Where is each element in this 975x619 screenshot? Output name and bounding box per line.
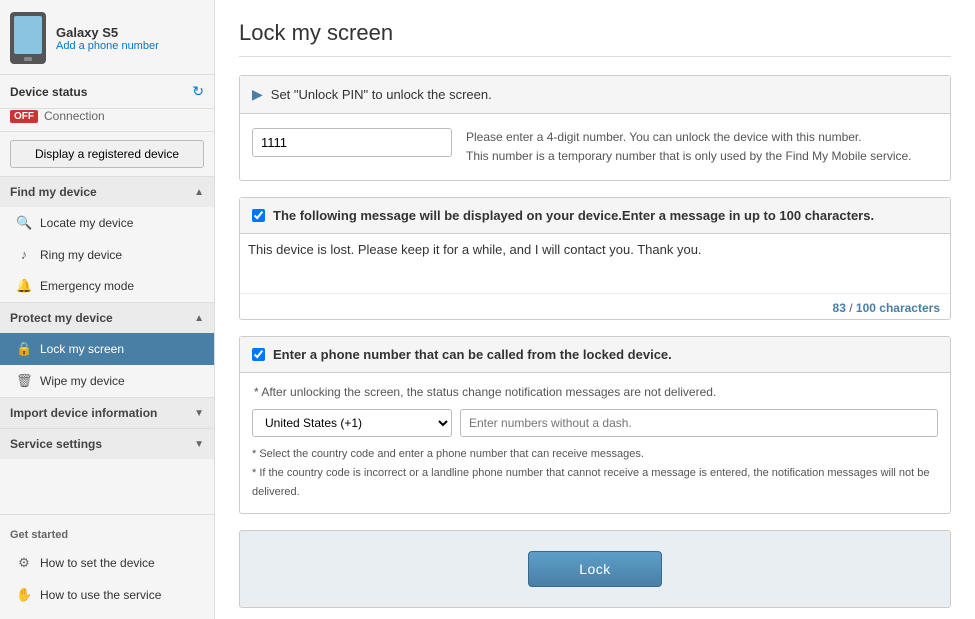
service-chevron: ▼ [194,439,204,450]
char-total: 100 [856,301,876,315]
sidebar: Galaxy S5 Add a phone number Device stat… [0,0,215,619]
refresh-icon[interactable]: ↻ [192,83,204,100]
ring-label: Ring my device [40,248,122,262]
sidebar-item-locate[interactable]: 🔍 Locate my device [0,207,214,239]
connection-text: Connection [44,109,105,123]
sidebar-item-ring[interactable]: ♪ Ring my device [0,239,214,270]
import-section: Import device information ▼ [0,397,214,428]
service-section-label: Service settings [10,437,102,451]
find-section-chevron: ▲ [194,187,204,198]
char-used: 83 [833,301,846,315]
emergency-label: Emergency mode [40,279,134,293]
pin-section-title: Set "Unlock PIN" to unlock the screen. [271,87,492,102]
phone-note1: * Select the country code and enter a ph… [252,445,938,464]
message-header: The following message will be displayed … [240,198,950,234]
protect-section-header[interactable]: Protect my device ▲ [0,303,214,333]
off-badge: OFF [10,110,38,123]
device-icon [10,12,46,64]
lock-icon: 🔒 [16,341,32,357]
pin-hint-line1: Please enter a 4-digit number. You can u… [466,128,912,147]
phone-section-header: Enter a phone number that can be called … [240,337,950,373]
ring-icon: ♪ [16,247,32,262]
find-section-header[interactable]: Find my device ▲ [0,177,214,207]
pin-arrow-icon: ▶ [252,86,263,103]
device-status-row: Device status ↻ [0,75,214,109]
message-title: The following message will be displayed … [273,208,874,223]
lock-btn-area: Lock [239,530,951,608]
protect-section-label: Protect my device [10,311,113,325]
find-my-device-section: Find my device ▲ 🔍 Locate my device ♪ Ri… [0,176,214,302]
hand-icon: ✋ [16,587,32,603]
how-use-label: How to use the service [40,588,161,602]
message-checkbox[interactable] [252,209,265,222]
protect-my-device-section: Protect my device ▲ 🔒 Lock my screen 🗑 W… [0,302,214,397]
sidebar-item-emergency[interactable]: 🔔 Emergency mode [0,270,214,302]
service-section: Service settings ▼ [0,428,214,459]
lock-screen-label: Lock my screen [40,342,124,356]
sidebar-item-wipe[interactable]: 🗑 Wipe my device [0,365,214,397]
pin-hint-line2: This number is a temporary number that i… [466,147,912,166]
pin-section: ▶ Set "Unlock PIN" to unlock the screen.… [239,75,951,181]
emergency-icon: 🔔 [16,278,32,294]
pin-section-header: ▶ Set "Unlock PIN" to unlock the screen. [240,76,950,114]
sidebar-item-how-set[interactable]: ⚙ How to set the device [0,547,214,579]
message-section: The following message will be displayed … [239,197,951,320]
phone-section: Enter a phone number that can be called … [239,336,951,514]
char-label: characters [879,301,940,315]
message-textarea[interactable]: This device is lost. Please keep it for … [240,234,950,294]
find-section-label: Find my device [10,185,97,199]
protect-section-chevron: ▲ [194,313,204,324]
lock-button[interactable]: Lock [528,551,662,587]
sidebar-item-how-use[interactable]: ✋ How to use the service [0,579,214,611]
phone-note2: * If the country code is incorrect or a … [252,464,938,501]
wipe-icon: 🗑 [16,373,32,389]
country-select[interactable]: United States (+1) [252,409,452,437]
locate-icon: 🔍 [16,215,32,231]
device-status-label: Device status [10,85,87,99]
import-section-label: Import device information [10,406,157,420]
add-phone-link[interactable]: Add a phone number [56,40,159,52]
service-section-header[interactable]: Service settings ▼ [0,429,214,459]
page-title: Lock my screen [239,20,951,57]
phone-notes: * Select the country code and enter a ph… [252,445,938,501]
device-name: Galaxy S5 [56,25,159,40]
phone-section-body: * After unlocking the screen, the status… [240,373,950,513]
sidebar-item-lock-screen[interactable]: 🔒 Lock my screen [0,333,214,365]
phone-notice: * After unlocking the screen, the status… [252,385,938,399]
main-content: Lock my screen ▶ Set "Unlock PIN" to unl… [215,0,975,619]
phone-input-row: United States (+1) [252,409,938,437]
how-set-label: How to set the device [40,556,155,570]
display-device-button[interactable]: Display a registered device [10,140,204,168]
wipe-label: Wipe my device [40,374,125,388]
phone-checkbox[interactable] [252,348,265,361]
device-info: Galaxy S5 Add a phone number [56,25,159,52]
phone-number-input[interactable] [460,409,938,437]
pin-section-body: Please enter a 4-digit number. You can u… [240,114,950,180]
sidebar-bottom: Get started ⚙ How to set the device ✋ Ho… [0,514,214,619]
import-chevron: ▼ [194,408,204,419]
pin-input[interactable] [252,128,452,157]
phone-section-title: Enter a phone number that can be called … [273,347,672,362]
char-count: 83 / 100 characters [240,297,950,319]
import-section-header[interactable]: Import device information ▼ [0,398,214,428]
status-badge-row: OFF Connection [0,109,214,132]
device-header: Galaxy S5 Add a phone number [0,0,214,75]
pin-row: Please enter a 4-digit number. You can u… [252,128,938,166]
pin-hint: Please enter a 4-digit number. You can u… [466,128,912,166]
get-started-label: Get started [0,523,214,547]
locate-label: Locate my device [40,216,133,230]
gear-icon: ⚙ [16,555,32,571]
